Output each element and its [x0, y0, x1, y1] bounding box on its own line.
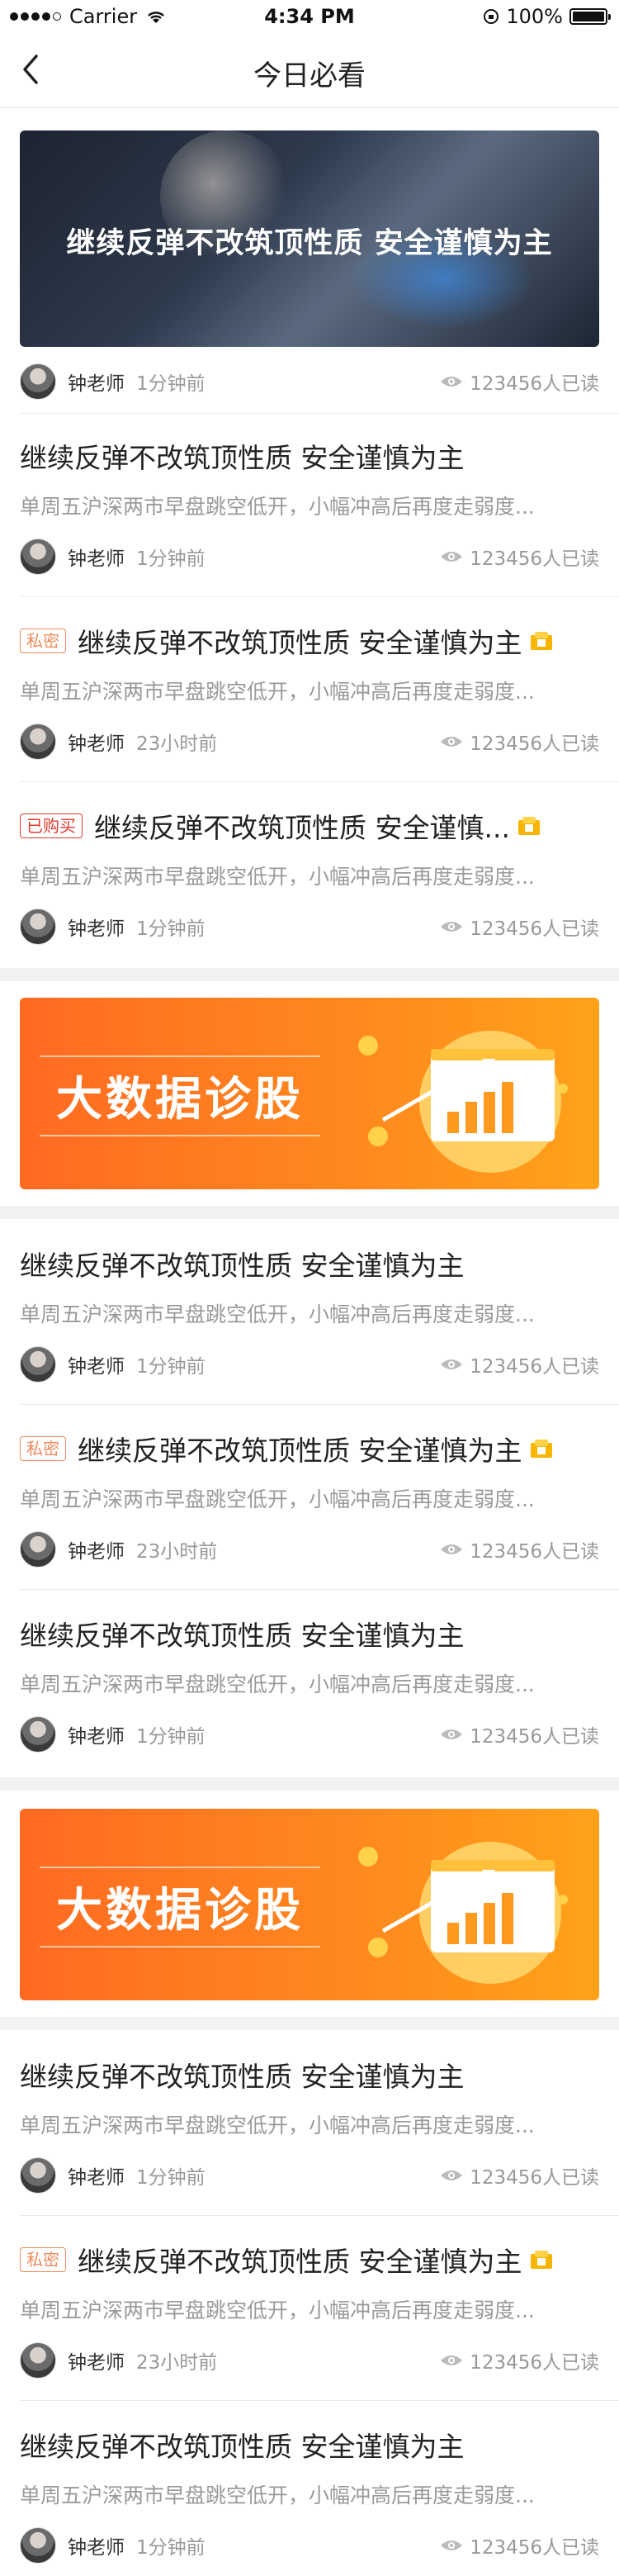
article-summary: 单周五沪深两市早盘跳空低开，小幅冲高后再度走弱度...: [20, 1487, 535, 1511]
author-name: 钟老师: [68, 918, 125, 940]
read-count: 123456人已读: [440, 543, 599, 571]
eye-icon: [441, 1359, 463, 1369]
avatar: [20, 723, 56, 760]
avatar: [20, 538, 56, 575]
big-data-banner[interactable]: 大数据诊股: [20, 998, 599, 1189]
avatar: [20, 1531, 56, 1568]
read-count: 123456人已读: [440, 2161, 599, 2189]
article-title: 私密 继续反弹不改筑顶性质 安全谨慎为主: [20, 1429, 599, 1468]
bar-chart-illustration-icon: [358, 1031, 568, 1173]
avatar: [20, 2527, 56, 2564]
post-time: 1分钟前: [136, 548, 206, 570]
post-time: 23小时前: [136, 2352, 218, 2374]
bar-chart-illustration-icon: [358, 1842, 568, 1984]
author-name: 钟老师: [68, 373, 125, 395]
post-time: 1分钟前: [136, 918, 206, 940]
post-time: 1分钟前: [136, 2537, 206, 2559]
post-time: 1分钟前: [136, 2167, 206, 2189]
article-summary: 单周五沪深两市早盘跳空低开，小幅冲高后再度走弱度...: [20, 495, 535, 519]
eye-icon: [441, 737, 463, 747]
private-tag: 私密: [20, 1436, 66, 1461]
private-tag: 私密: [20, 2247, 66, 2272]
private-tag: 私密: [20, 629, 66, 653]
page-title: 今日必看: [253, 59, 366, 93]
read-count: 123456人已读: [440, 728, 599, 756]
author-name: 钟老师: [68, 1726, 125, 1748]
read-count: 123456人已读: [440, 368, 599, 396]
author-name: 钟老师: [68, 733, 125, 755]
hero-banner[interactable]: 继续反弹不改筑顶性质 安全谨慎为主: [20, 130, 599, 347]
avatar: [20, 908, 56, 945]
article-summary: 单周五沪深两市早盘跳空低开，小幅冲高后再度走弱度...: [20, 2483, 535, 2507]
author-name: 钟老师: [68, 1541, 125, 1563]
author-name: 钟老师: [68, 2167, 125, 2189]
read-count: 123456人已读: [440, 1535, 599, 1563]
hero-meta: 钟老师 1分钟前 123456人已读: [20, 363, 599, 400]
avatar: [20, 363, 56, 400]
coin-icon: [517, 817, 540, 835]
eye-icon: [441, 922, 463, 932]
big-data-banner[interactable]: 大数据诊股: [20, 1809, 599, 2000]
article-summary: 单周五沪深两市早盘跳空低开，小幅冲高后再度走弱度...: [20, 865, 535, 889]
avatar: [20, 2157, 56, 2194]
avatar: [20, 2342, 56, 2379]
article-title: 继续反弹不改筑顶性质 安全谨慎为主: [20, 2061, 465, 2093]
purchased-tag: 已购买: [20, 814, 83, 838]
read-count: 123456人已读: [440, 1350, 599, 1378]
article-title: 继续反弹不改筑顶性质 安全谨慎为主: [20, 1620, 465, 1652]
coin-icon: [530, 632, 552, 650]
eye-icon: [441, 2170, 463, 2180]
eye-icon: [441, 2540, 463, 2550]
hero-title: 继续反弹不改筑顶性质 安全谨慎为主: [66, 227, 553, 260]
article-title: 私密 继续反弹不改筑顶性质 安全谨慎为主: [20, 621, 599, 661]
article-title: 继续反弹不改筑顶性质 安全谨慎为主: [20, 1250, 465, 1282]
read-count: 123456人已读: [440, 2346, 599, 2374]
battery-percent: 100%: [506, 5, 563, 28]
post-time: 23小时前: [136, 1541, 218, 1563]
eye-icon: [441, 2355, 463, 2365]
article-summary: 单周五沪深两市早盘跳空低开，小幅冲高后再度走弱度...: [20, 2113, 535, 2137]
eye-icon: [441, 377, 463, 387]
article-summary: 单周五沪深两市早盘跳空低开，小幅冲高后再度走弱度...: [20, 2298, 535, 2322]
eye-icon: [441, 1544, 463, 1554]
article-summary: 单周五沪深两市早盘跳空低开，小幅冲高后再度走弱度...: [20, 1672, 535, 1696]
post-time: 23小时前: [136, 733, 218, 755]
coin-icon: [530, 1440, 552, 1458]
author-name: 钟老师: [68, 548, 125, 570]
post-time: 1分钟前: [136, 1726, 206, 1748]
article-title: 私密 继续反弹不改筑顶性质 安全谨慎为主: [20, 2240, 599, 2279]
rotation-lock-icon: [484, 9, 499, 24]
read-count: 123456人已读: [440, 913, 599, 941]
author-name: 钟老师: [68, 2537, 125, 2559]
post-time: 1分钟前: [136, 373, 206, 395]
article-summary: 单周五沪深两市早盘跳空低开，小幅冲高后再度走弱度...: [20, 1302, 535, 1326]
banner-text: 大数据诊股: [56, 1884, 304, 1938]
eye-icon: [441, 552, 463, 562]
read-count: 123456人已读: [440, 2531, 599, 2559]
read-count: 123456人已读: [440, 1720, 599, 1748]
nav-bar: 今日必看: [0, 33, 619, 108]
avatar: [20, 1346, 56, 1383]
coin-icon: [530, 2251, 552, 2269]
battery-icon: [569, 8, 611, 25]
article-title: 继续反弹不改筑顶性质 安全谨慎为主: [20, 442, 465, 474]
article-title: 继续反弹不改筑顶性质 安全谨慎为主: [20, 2431, 465, 2463]
avatar: [20, 1716, 56, 1753]
article-summary: 单周五沪深两市早盘跳空低开，小幅冲高后再度走弱度...: [20, 680, 535, 704]
post-time: 1分钟前: [136, 1356, 206, 1378]
status-bar: Carrier 4:34 PM 100%: [0, 0, 619, 33]
eye-icon: [441, 1729, 463, 1739]
banner-text: 大数据诊股: [56, 1073, 304, 1127]
author-name: 钟老师: [68, 2352, 125, 2374]
author-name: 钟老师: [68, 1356, 125, 1378]
article-title: 已购买 继续反弹不改筑顶性质 安全谨慎...: [20, 806, 599, 846]
